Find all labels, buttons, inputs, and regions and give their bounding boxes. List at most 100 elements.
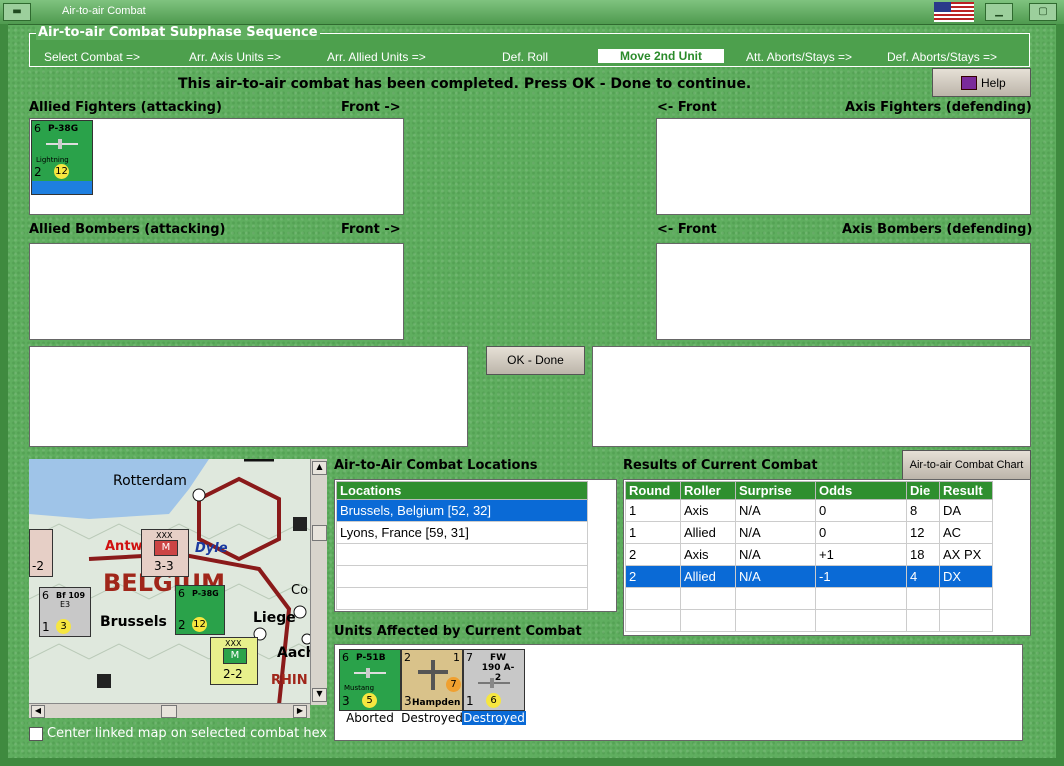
maximize-button[interactable]: ▢ — [1029, 3, 1057, 21]
linked-map[interactable]: Rotterdam Antw Dyle BELGIUM Brussels Lie… — [29, 459, 326, 705]
counter-bomb: 1 — [453, 651, 460, 664]
location-row[interactable] — [336, 587, 588, 610]
map-label-brussels: Brussels — [100, 614, 167, 630]
counter-subname: Lightning — [36, 156, 69, 164]
map-counter-partial[interactable]: -2 — [29, 529, 53, 577]
result-cell: 2 — [625, 543, 681, 566]
map-label-co: Co — [291, 583, 309, 598]
result-cell: +1 — [815, 543, 907, 566]
unit-counter-fw190[interactable]: 7 FW 190 A-2 1 6 — [463, 649, 525, 711]
result-cell: AX PX — [939, 543, 993, 566]
air-combat-chart-button[interactable]: Air-to-air Combat Chart — [902, 450, 1031, 480]
result-cell: 4 — [906, 565, 940, 588]
scroll-h-thumb[interactable] — [161, 705, 177, 718]
location-cell — [336, 565, 588, 588]
result-row[interactable] — [625, 609, 993, 632]
axis-bombers-label: Axis Bombers (defending) — [842, 222, 1033, 237]
col-roller: Roller — [680, 481, 736, 500]
counter-subname: Mustang — [344, 684, 375, 692]
counter-range: 12 — [54, 164, 69, 179]
minimize-button[interactable]: ▁ — [985, 3, 1013, 21]
scroll-v-thumb[interactable] — [312, 525, 327, 541]
col-round: Round — [625, 481, 681, 500]
counter-name: Bf 109 — [56, 591, 86, 600]
counter-range: 12 — [192, 617, 207, 632]
center-map-label: Center linked map on selected combat hex — [47, 726, 328, 741]
scroll-right-arrow-icon[interactable]: ▶ — [293, 705, 307, 718]
map-horizontal-scrollbar[interactable]: ◀ ▶ — [29, 703, 310, 718]
map-vertical-scrollbar[interactable]: ▲ ▼ — [310, 459, 327, 705]
bottom-border — [0, 758, 1064, 766]
allied-fighters-box[interactable]: 6 P-38G Lightning 2 12 — [29, 118, 404, 215]
counter-defense: 2 — [34, 165, 42, 179]
locations-header: Locations — [336, 481, 588, 500]
map-label-rhine: RHIN — [271, 673, 308, 688]
map-label-dyle: Dyle — [195, 541, 228, 556]
map-label-liege: Liege — [253, 610, 296, 626]
scroll-down-arrow-icon[interactable]: ▼ — [312, 688, 327, 702]
result-row[interactable]: 2 Allied N/A -1 4 DX — [625, 565, 993, 588]
result-cell: 1 — [625, 499, 681, 522]
counter-range: 6 — [486, 693, 501, 708]
ok-done-button[interactable]: OK - Done — [486, 346, 585, 375]
result-row[interactable]: 1 Allied N/A 0 12 AC — [625, 521, 993, 544]
allied-info-box — [29, 346, 468, 447]
result-cell: Axis — [680, 543, 736, 566]
map-fortress-icon — [97, 674, 111, 688]
counter-type: M — [223, 648, 247, 664]
result-cell: N/A — [735, 521, 816, 544]
location-row[interactable]: Brussels, Belgium [52, 32] — [336, 499, 588, 522]
counter-strength: 3-3 — [154, 559, 174, 573]
result-row[interactable]: 1 Axis N/A 0 8 DA — [625, 499, 993, 522]
result-cell: N/A — [735, 543, 816, 566]
counter-range: 3 — [56, 619, 71, 634]
map-counter-infantry-2[interactable]: XXX M 2-2 — [210, 637, 258, 685]
phase-select-combat: Select Combat => — [44, 50, 141, 64]
scroll-up-arrow-icon[interactable]: ▲ — [312, 461, 327, 475]
result-row[interactable]: 2 Axis N/A +1 18 AX PX — [625, 543, 993, 566]
map-counter-p38g[interactable]: 6 P-38G 2 12 — [175, 585, 225, 635]
help-book-icon — [961, 76, 977, 90]
counter-defense: 3 — [342, 694, 350, 708]
map-counter-infantry-1[interactable]: XXX M 3-3 — [141, 529, 189, 577]
axis-info-box — [592, 346, 1031, 447]
bomber-icon — [418, 660, 448, 690]
allied-bombers-front-label: Front -> — [341, 222, 401, 237]
subphase-legend: Air-to-air Combat Subphase Sequence — [36, 25, 320, 40]
scroll-left-arrow-icon[interactable]: ◀ — [31, 705, 45, 718]
help-label: Help — [981, 76, 1006, 90]
location-cell — [336, 543, 588, 566]
allied-bombers-box[interactable] — [29, 243, 404, 340]
result-cell: 0 — [815, 521, 907, 544]
unit-counter-p51b[interactable]: 6 P-51B Mustang 3 5 — [339, 649, 401, 711]
help-button[interactable]: Help — [932, 68, 1031, 97]
counter-name: P-38G — [48, 124, 79, 134]
plane-icon — [354, 668, 386, 678]
locations-list[interactable]: Locations Brussels, Belgium [52, 32] Lyo… — [334, 479, 617, 612]
counter-name: P-38G — [192, 589, 219, 598]
window-menu-icon[interactable]: ▬ — [3, 3, 31, 21]
counter-subname: E3 — [60, 600, 71, 609]
axis-fighters-box[interactable] — [656, 118, 1031, 215]
location-cell: Brussels, Belgium [52, 32] — [336, 499, 588, 522]
unit-counter-hampden[interactable]: 2 1 Hampden 3 7 — [401, 649, 463, 711]
result-cell: -1 — [815, 565, 907, 588]
counter-air-attack: 6 — [342, 651, 349, 664]
location-row[interactable] — [336, 565, 588, 588]
axis-bombers-box[interactable] — [656, 243, 1031, 340]
result-cell: DX — [939, 565, 993, 588]
location-row[interactable]: Lyons, France [59, 31] — [336, 521, 588, 544]
counter-defense: 2 — [178, 618, 186, 632]
phase-arr-allied-units: Arr. Allied Units => — [327, 50, 426, 64]
location-row[interactable] — [336, 543, 588, 566]
center-map-checkbox[interactable] — [29, 727, 43, 741]
right-border — [1056, 24, 1064, 766]
map-label-rotterdam: Rotterdam — [113, 473, 187, 489]
location-cell: Lyons, France [59, 31] — [336, 521, 588, 544]
map-counter-bf109[interactable]: 6 Bf 109 E3 1 3 — [39, 587, 91, 637]
map-fortress-icon-2 — [293, 517, 307, 531]
result-cell: 8 — [906, 499, 940, 522]
result-row[interactable] — [625, 587, 993, 610]
unit-counter-p38g[interactable]: 6 P-38G Lightning 2 12 — [31, 120, 93, 195]
results-table-box: Round Roller Surprise Odds Die Result 1A… — [623, 479, 1031, 636]
